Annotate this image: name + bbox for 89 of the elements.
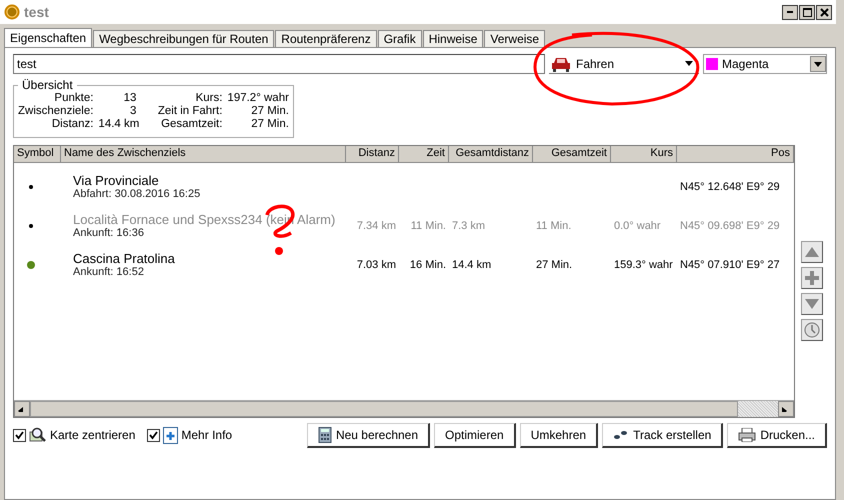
move-down-button[interactable] (801, 293, 823, 315)
table-cell-text: 159.3° wahr (613, 258, 674, 270)
stat-value: 14.4 km (98, 118, 136, 131)
printer-icon (738, 428, 756, 442)
table-cell-text: 0.0° wahr (613, 220, 662, 232)
scroll-left-icon (18, 406, 26, 412)
stat-value: 27 Min. (250, 105, 289, 118)
tab[interactable]: Eigenschaften (4, 28, 92, 47)
table-cell-text: 7.03 km (356, 258, 397, 270)
table-cell-text: N45° 09.698' E9° 29 (679, 220, 781, 232)
tab[interactable]: Verweise (484, 30, 546, 47)
stat-label: Kurs: (194, 92, 222, 105)
calculator-icon (318, 426, 332, 442)
window-title: test (24, 4, 49, 20)
close-icon (820, 8, 828, 16)
waypoint-name: Cascina Pratolina (73, 251, 176, 266)
up-triangle-icon (805, 247, 819, 257)
stat-label: Zwischenziele: (18, 105, 94, 118)
table-cell-text: N45° 12.648' E9° 29 (679, 180, 781, 192)
car-icon (551, 56, 571, 72)
checkbox-label: Mehr Info (181, 428, 232, 442)
maximize-icon (802, 8, 812, 16)
plus-icon (805, 271, 819, 285)
group-title: Übersicht (21, 78, 74, 92)
add-button[interactable] (801, 267, 823, 289)
dropdown-arrow-icon (685, 61, 693, 66)
color-dropdown[interactable]: Magenta (703, 54, 827, 74)
clock-button[interactable] (801, 319, 823, 341)
column-header[interactable]: Kurs (611, 146, 677, 163)
tab[interactable]: Hinweise (422, 30, 484, 47)
waypoint-time: Ankunft: 16:52 (73, 266, 145, 278)
stat-label: Zeit in Fahrt: (156, 105, 222, 118)
minimize-button[interactable] (782, 4, 798, 20)
tab[interactable]: Grafik (378, 30, 422, 47)
checkbox-label: Karte zentrieren (50, 428, 136, 442)
move-up-button[interactable] (801, 241, 823, 263)
table-cell-text: 14.4 km (451, 258, 492, 270)
stat-value: 13 (122, 92, 136, 105)
waypoint-name: Via Provinciale (73, 173, 160, 188)
action-button[interactable]: Umkehren (520, 422, 598, 448)
maximize-button[interactable] (799, 4, 815, 20)
table-cell-text: 7.34 km (356, 220, 397, 232)
down-triangle-icon (805, 299, 819, 309)
column-header[interactable]: Name des Zwischenziels (61, 146, 346, 163)
minimize-icon (787, 11, 793, 13)
column-header[interactable]: Gesamtdistanz (449, 146, 533, 163)
stat-label: Punkte: (53, 92, 94, 105)
mode-value: Fahren (576, 56, 616, 70)
table-cell-text: 7.3 km (451, 220, 486, 232)
table-cell-text: 27 Min. (535, 258, 574, 270)
option-checkbox[interactable]: Mehr Info (147, 426, 232, 444)
action-button[interactable]: Drucken... (727, 422, 827, 448)
stat-value: 197.2° wahr (227, 92, 289, 105)
action-button[interactable]: Optimieren (434, 422, 516, 448)
caret-icon (814, 62, 822, 66)
column-header[interactable]: Distanz (346, 146, 399, 163)
waypoint-time: Ankunft: 16:36 (73, 227, 145, 239)
stat-label: Gesamtzeit: (160, 118, 222, 131)
waypoint-row[interactable]: Via Provinciale Abfahrt: 30.08.2016 16:25 N45° 12.648' E9° 29 (14, 167, 794, 206)
color-value: Magenta (722, 57, 770, 71)
column-header[interactable]: Zeit (399, 146, 449, 163)
option-checkbox[interactable]: Karte zentrieren (13, 427, 136, 443)
mode-dropdown[interactable]: Fahren (549, 54, 699, 74)
table-cell-text: N45° 07.910' E9° 27 (679, 258, 781, 270)
column-header[interactable]: Symbol (14, 146, 61, 163)
name-field[interactable]: test (13, 54, 545, 74)
app-logo-icon (4, 4, 20, 20)
table-cell-text: 11 Min. (410, 220, 447, 232)
waypoint-time: Abfahrt: 30.08.2016 16:25 (73, 188, 202, 200)
stat-value: 27 Min. (250, 118, 289, 131)
waypoint-row[interactable]: Cascina Pratolina Ankunft: 16:52 7.03 km 16 Min. 14.4 km 27 Min. 159.3° wahr N45° 07.910' E9° 27 (14, 245, 794, 284)
dropdown-arrow-button[interactable] (810, 56, 826, 72)
column-header[interactable]: Gesamtzeit (533, 146, 611, 163)
table-cell-text: 16 Min. (408, 258, 447, 270)
action-button[interactable]: Track erstellen (602, 422, 724, 448)
close-button[interactable] (816, 4, 832, 20)
clock-icon (804, 322, 820, 338)
tab[interactable]: Wegbeschreibungen für Routen (93, 30, 274, 47)
stat-value: 3 (129, 105, 136, 118)
magnifier-map-icon (29, 427, 47, 443)
action-button[interactable]: Neu berechnen (306, 422, 430, 448)
checkbox[interactable] (147, 428, 160, 442)
stat-label: Distanz: (50, 118, 94, 131)
add-info-icon (163, 426, 178, 444)
table-cell-text: 11 Min. (535, 220, 572, 232)
tab[interactable]: Routenpräferenz (275, 30, 377, 47)
checkbox[interactable] (13, 428, 26, 442)
footprints-icon (613, 428, 630, 440)
column-header[interactable]: Pos (677, 146, 794, 163)
